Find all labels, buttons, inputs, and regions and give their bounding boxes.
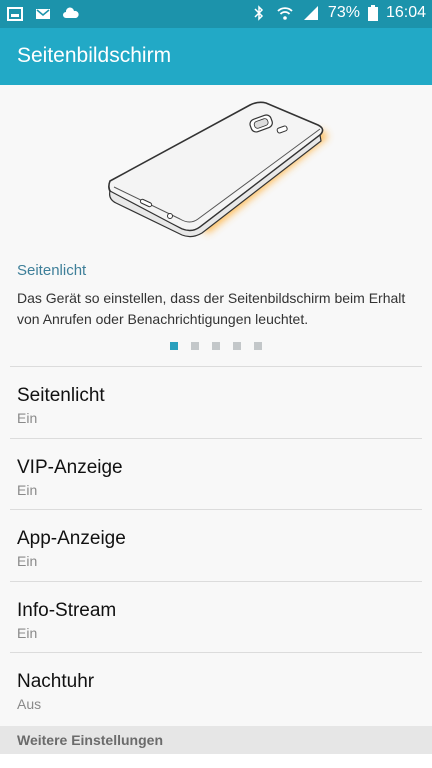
- cloud-icon: [63, 7, 79, 18]
- battery-icon: [367, 5, 378, 21]
- page-title: Seitenbildschirm: [17, 44, 172, 67]
- setting-info-stream[interactable]: Info-Stream Ein: [10, 580, 422, 653]
- setting-value: Aus: [17, 696, 42, 712]
- page-indicator[interactable]: [170, 342, 262, 350]
- setting-label: Seitenlicht: [17, 385, 105, 406]
- list-continuation: [0, 754, 432, 768]
- section-header: Weitere Einstellungen: [0, 726, 432, 754]
- setting-value: Ein: [17, 553, 38, 569]
- setting-nachtuhr[interactable]: Nachtuhr Aus: [10, 652, 422, 724]
- page-dot[interactable]: [212, 342, 220, 350]
- bluetooth-icon: [254, 5, 263, 21]
- setting-label: App-Anzeige: [17, 528, 126, 549]
- battery-percent: 73%: [327, 4, 360, 21]
- setting-label: Nachtuhr: [17, 671, 95, 692]
- signal-icon: [303, 6, 318, 20]
- setting-label: VIP-Anzeige: [17, 456, 123, 478]
- setting-value: Ein: [17, 481, 38, 498]
- setting-seitenlicht[interactable]: Seitenlicht Ein: [10, 366, 422, 438]
- status-bar: 73% 16:04: [0, 0, 432, 28]
- phone-edge-illustration: [108, 101, 329, 238]
- hero-illustration: [0, 85, 432, 255]
- page-dot[interactable]: [191, 342, 199, 350]
- page-dot[interactable]: [233, 342, 241, 350]
- setting-app-anzeige[interactable]: App-Anzeige Ein: [10, 509, 422, 581]
- app-bar: Seitenbildschirm: [0, 28, 432, 85]
- feature-description: Das Gerät so einstellen, dass der Seiten…: [17, 290, 406, 327]
- wifi-icon: [277, 7, 293, 20]
- setting-value: Ein: [17, 410, 38, 426]
- clock: 16:04: [385, 4, 426, 21]
- feature-title: Seitenlicht: [17, 262, 87, 279]
- setting-value: Ein: [17, 624, 38, 641]
- gallery-icon: [7, 7, 23, 21]
- settings-list: Seitenlicht Ein VIP-Anzeige Ein App-Anze…: [0, 366, 432, 724]
- page-dot[interactable]: [254, 342, 262, 350]
- setting-label: Info-Stream: [17, 599, 117, 621]
- mail-icon: [36, 9, 50, 19]
- section-header-label: Weitere Einstellungen: [17, 732, 163, 748]
- setting-vip-anzeige[interactable]: VIP-Anzeige Ein: [10, 437, 422, 510]
- page-dot[interactable]: [170, 342, 178, 350]
